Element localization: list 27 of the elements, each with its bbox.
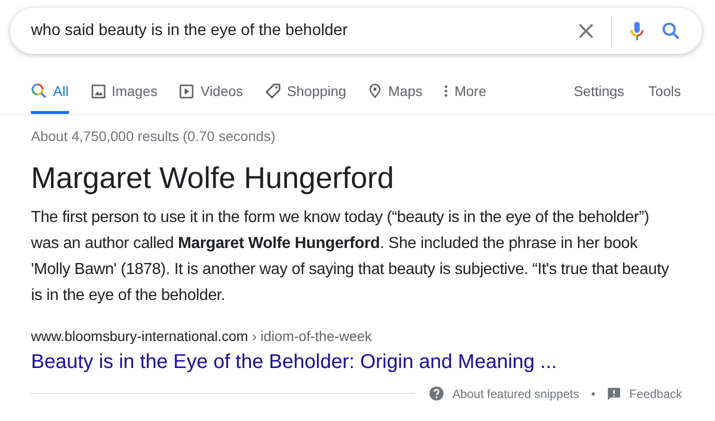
snippet-title: Margaret Wolfe Hungerford [31, 161, 395, 197]
search-icon[interactable] [660, 20, 682, 42]
breadcrumb-path: › idiom-of-the-week [252, 328, 372, 344]
snippet-text: The first person to use it in the form we know today (“beauty is in the eye of the beholder”) was an author called Margaret Wolfe Hungerford. She included the phrase in her book 'Molly Bawn' (1878). It is another way of saying that beauty is subjective. “It's true that beauty is in the eye of the beholder. [31, 208, 670, 306]
pin-icon [368, 83, 382, 99]
search-tab[interactable]: Maps [368, 74, 422, 114]
help-icon[interactable] [429, 386, 444, 401]
play-icon [179, 84, 194, 98]
search-tab[interactable]: More [444, 74, 486, 114]
search-tab[interactable]: Videos [179, 74, 244, 114]
result-stats: About 4,750,000 results (0.70 seconds) [31, 128, 276, 144]
source-url: www.bloomsbury-international.com [31, 328, 248, 344]
search-field[interactable]: who said beauty is in the eye of the beholder [31, 22, 563, 40]
search-tab[interactable]: Shopping [265, 74, 346, 114]
toolbar-link[interactable]: Settings [574, 74, 624, 114]
search-tab[interactable]: Images [90, 74, 158, 114]
tag-icon [265, 83, 282, 99]
image-icon [90, 84, 106, 98]
feedback-link[interactable]: Feedback [629, 386, 682, 400]
search-tab[interactable]: All [31, 74, 69, 114]
result-link[interactable]: Beauty is in the Eye of the Beholder: Origin and Meaning ... [31, 351, 682, 374]
dots-icon [444, 84, 448, 98]
feedback-icon[interactable] [607, 386, 622, 400]
toolbar-link[interactable]: Tools [648, 74, 681, 114]
about-snippets-link[interactable]: About featured snippets [452, 386, 580, 400]
separator-dot: • [591, 386, 596, 400]
search-icon [31, 83, 47, 99]
